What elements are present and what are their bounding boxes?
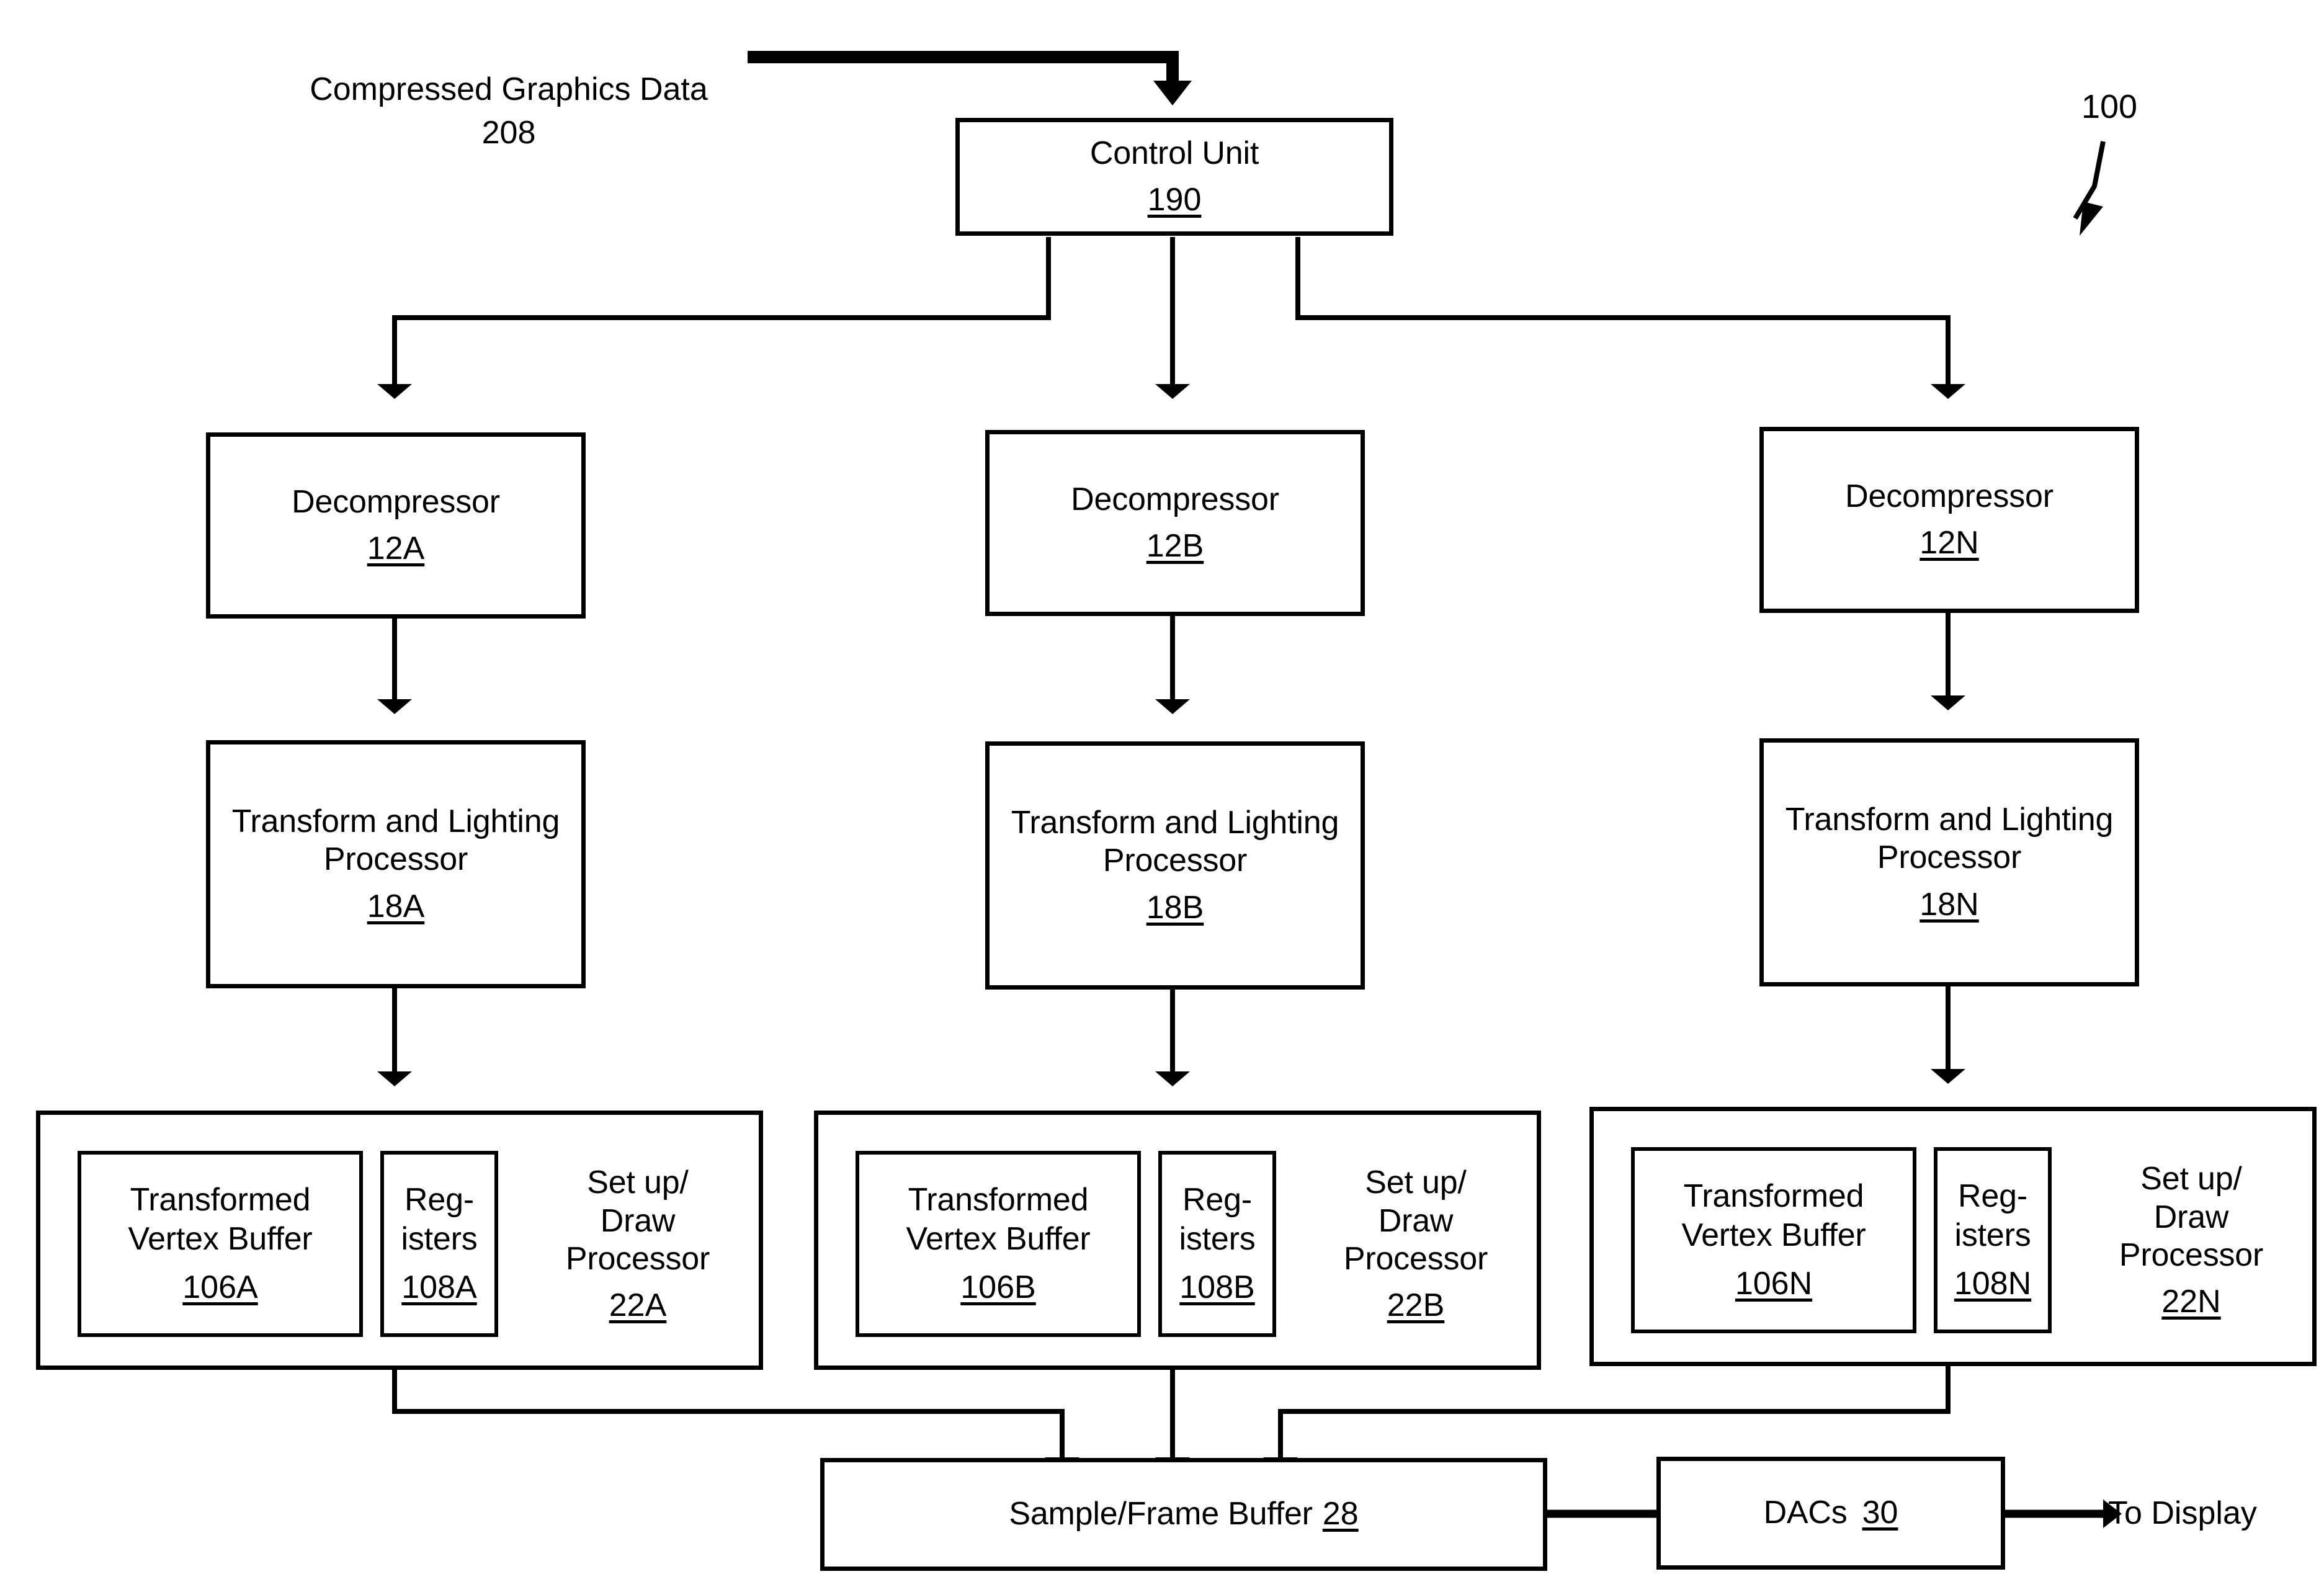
registers-a-ref: 108A — [401, 1269, 477, 1305]
setupdraw-a-label: Set up/ Draw Processor 22A — [523, 1142, 753, 1347]
setupdraw-b-title: Set up/ Draw Processor — [1343, 1165, 1488, 1277]
vertex-buffer-a-ref: 106A — [182, 1269, 258, 1305]
tnl-b-ref: 18B — [1146, 889, 1204, 926]
input-ref: 208 — [481, 114, 536, 151]
tnl-c-block[interactable]: Transform and Lighting Processor 18N — [1759, 738, 2139, 986]
figure-ref: 100 — [2081, 88, 2138, 125]
vertex-buffer-b-block[interactable]: Transformed Vertex Buffer 106B — [856, 1151, 1141, 1337]
setupdraw-c-block[interactable]: Transformed Vertex Buffer 106N Reg- iste… — [1589, 1107, 2317, 1366]
tnl-b-title: Transform and Lighting Processor — [1011, 804, 1339, 879]
registers-c-ref: 108N — [1954, 1265, 2032, 1302]
decompressor-b-block[interactable]: Decompressor 12B — [985, 430, 1365, 616]
sample-frame-buffer-ref: 28 — [1322, 1496, 1359, 1532]
control-unit-ref: 190 — [1147, 182, 1202, 218]
registers-b-title: Reg- isters — [1179, 1181, 1256, 1258]
tnl-a-ref: 18A — [367, 888, 425, 924]
wire-setupdraw-c-to-framebuffer — [1263, 1365, 1951, 1472]
tnl-a-block[interactable]: Transform and Lighting Processor 18A — [206, 740, 586, 988]
registers-a-block[interactable]: Reg- isters 108A — [380, 1151, 498, 1337]
decompressor-b-title: Decompressor — [1071, 481, 1279, 517]
tnl-b-block[interactable]: Transform and Lighting Processor 18B — [985, 741, 1365, 990]
decompressor-a-block[interactable]: Decompressor 12A — [206, 432, 586, 619]
input-label-text: Compressed Graphics Data — [310, 71, 708, 108]
control-unit-title: Control Unit — [1089, 135, 1259, 171]
dacs-ref: 30 — [1862, 1495, 1898, 1531]
wire-setupdraw-a-to-framebuffer — [392, 1369, 1079, 1472]
sample-frame-buffer-title: Sample/Frame Buffer — [1009, 1496, 1313, 1532]
registers-b-ref: 108B — [1179, 1269, 1255, 1305]
registers-c-block[interactable]: Reg- isters 108N — [1934, 1147, 2052, 1333]
decompressor-a-ref: 12A — [367, 530, 425, 566]
setupdraw-a-title: Set up/ Draw Processor — [565, 1165, 710, 1277]
wire-input-bus — [748, 51, 1192, 105]
tnl-c-title: Transform and Lighting Processor — [1785, 801, 2114, 876]
tnl-a-title: Transform and Lighting Processor — [231, 803, 560, 878]
to-display-label: To Display — [2108, 1495, 2257, 1531]
control-unit-block[interactable]: Control Unit 190 — [955, 118, 1393, 236]
setupdraw-a-ref: 22A — [609, 1287, 667, 1324]
figure-ref-arrowhead — [2080, 202, 2103, 236]
registers-c-title: Reg- isters — [1954, 1178, 2031, 1254]
decompressor-c-ref: 12N — [1920, 525, 1979, 561]
sample-frame-buffer-block[interactable]: Sample/Frame Buffer 28 — [820, 1458, 1547, 1571]
decompressor-b-ref: 12B — [1146, 528, 1204, 564]
dacs-title: DACs — [1763, 1495, 1848, 1531]
registers-a-title: Reg- isters — [401, 1181, 478, 1258]
setupdraw-a-block[interactable]: Transformed Vertex Buffer 106A Reg- iste… — [36, 1111, 763, 1370]
decompressor-c-title: Decompressor — [1845, 478, 2054, 514]
setupdraw-c-title: Set up/ Draw Processor — [2119, 1161, 2264, 1273]
setupdraw-c-label: Set up/ Draw Processor 22N — [2076, 1138, 2306, 1343]
wire-control-to-decompressor-c — [1295, 237, 1965, 399]
vertex-buffer-b-ref: 106B — [960, 1269, 1036, 1305]
vertex-buffer-c-ref: 106N — [1735, 1265, 1813, 1302]
wire-control-to-decompressor-a — [377, 237, 1051, 399]
vertex-buffer-c-title: Transformed Vertex Buffer — [1681, 1178, 1866, 1254]
tnl-c-ref: 18N — [1920, 886, 1979, 923]
dacs-block[interactable]: DACs 30 — [1656, 1457, 2005, 1570]
setupdraw-b-ref: 22B — [1387, 1287, 1445, 1324]
vertex-buffer-a-title: Transformed Vertex Buffer — [128, 1181, 313, 1258]
figure-ref-leader — [2073, 141, 2106, 220]
decompressor-a-title: Decompressor — [292, 483, 500, 520]
vertex-buffer-b-title: Transformed Vertex Buffer — [906, 1181, 1091, 1258]
decompressor-c-block[interactable]: Decompressor 12N — [1759, 427, 2139, 613]
input-label: Compressed Graphics Data 208 — [273, 31, 744, 192]
patent-block-diagram: Compressed Graphics Data 208 100 To Disp… — [0, 0, 2324, 1587]
setupdraw-b-label: Set up/ Draw Processor 22B — [1301, 1142, 1531, 1347]
setupdraw-c-ref: 22N — [2161, 1284, 2221, 1320]
vertex-buffer-c-block[interactable]: Transformed Vertex Buffer 106N — [1631, 1147, 1916, 1333]
vertex-buffer-a-block[interactable]: Transformed Vertex Buffer 106A — [78, 1151, 363, 1337]
registers-b-block[interactable]: Reg- isters 108B — [1158, 1151, 1276, 1337]
setupdraw-b-block[interactable]: Transformed Vertex Buffer 106B Reg- iste… — [814, 1111, 1541, 1370]
